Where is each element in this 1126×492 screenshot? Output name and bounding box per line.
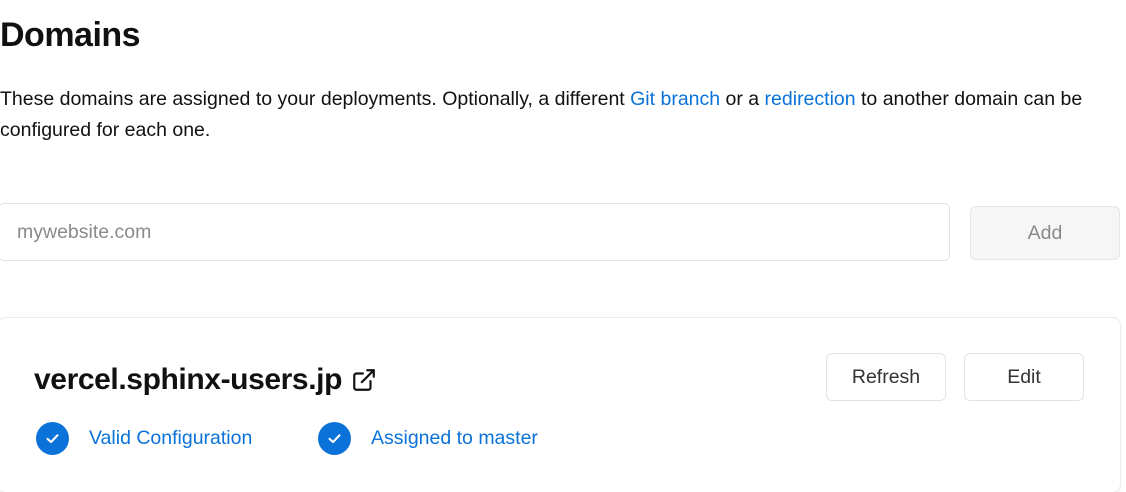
domain-card: vercel.sphinx-users.jp Refresh Edit Vali…: [0, 318, 1120, 492]
status-label[interactable]: Valid Configuration: [89, 427, 252, 450]
domain-name[interactable]: vercel.sphinx-users.jp: [34, 360, 342, 400]
status-valid-configuration: Valid Configuration: [36, 422, 252, 455]
status-label[interactable]: Assigned to master: [371, 427, 538, 450]
domain-heading: vercel.sphinx-users.jp: [34, 360, 377, 400]
description-text-1: These domains are assigned to your deplo…: [0, 88, 631, 110]
domains-page: Domains These domains are assigned to yo…: [0, 0, 1126, 492]
page-title: Domains: [0, 16, 141, 54]
edit-button[interactable]: Edit: [964, 353, 1084, 401]
redirection-link[interactable]: redirection: [765, 88, 856, 110]
git-branch-link[interactable]: Git branch: [630, 88, 720, 110]
external-link-icon[interactable]: [351, 367, 377, 393]
refresh-button[interactable]: Refresh: [826, 353, 946, 401]
domain-input[interactable]: [0, 203, 950, 261]
page-description: These domains are assigned to your deplo…: [0, 84, 1110, 146]
status-assigned-branch: Assigned to master: [318, 422, 538, 455]
check-circle-icon: [318, 422, 351, 455]
description-text-2: or a: [720, 88, 765, 110]
check-circle-icon: [36, 422, 69, 455]
add-button[interactable]: Add: [970, 206, 1120, 260]
